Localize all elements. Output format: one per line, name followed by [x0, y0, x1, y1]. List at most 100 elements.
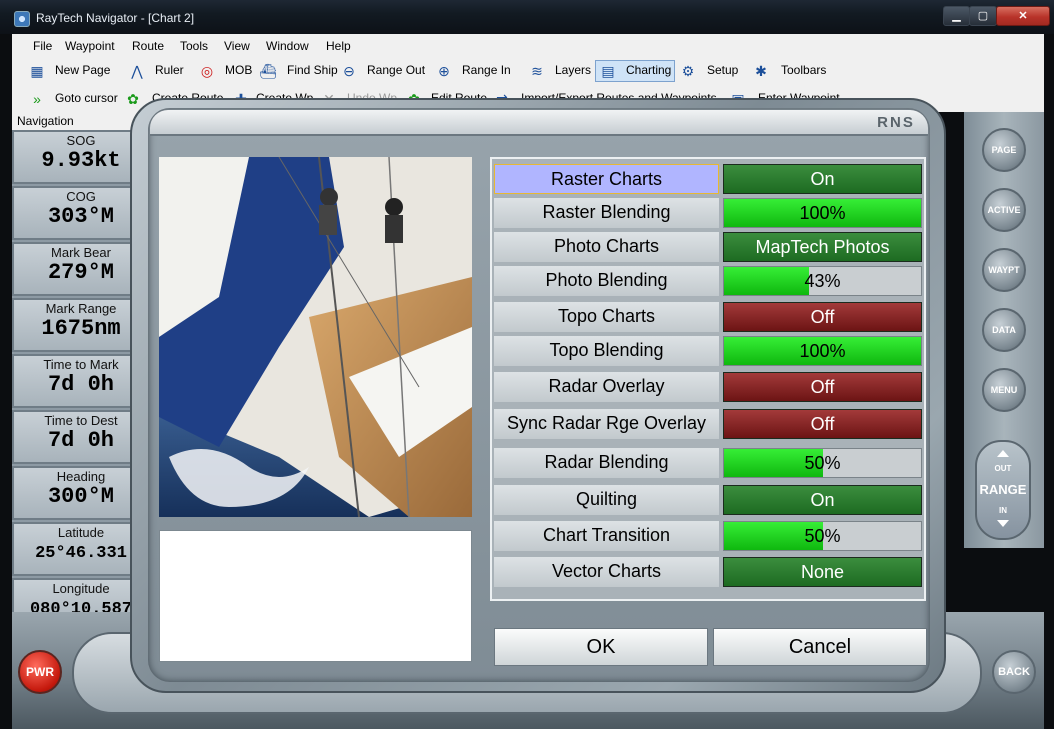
new-page-icon: ▦ — [30, 63, 44, 79]
close-button[interactable]: ✕ — [996, 6, 1050, 26]
zoom-in-icon: ⊕ — [438, 63, 450, 79]
raster-charts-label[interactable]: Raster Charts — [494, 164, 719, 194]
nav-value: 1675nm — [41, 316, 121, 341]
vector-charts-selector[interactable]: None — [723, 557, 922, 587]
sailboat-illustration — [159, 157, 472, 517]
ok-button[interactable]: OK — [494, 628, 708, 666]
maximize-button[interactable]: ▢ — [969, 6, 997, 26]
charting-button[interactable]: Charting — [626, 63, 671, 77]
nav-value: 279°M — [47, 260, 114, 285]
ruler-button[interactable]: Ruler — [155, 63, 184, 77]
photo-blending-label[interactable]: Photo Blending — [494, 266, 719, 296]
menu-file[interactable]: File — [33, 39, 52, 53]
setup-gear-icon: ⚙ — [681, 63, 695, 79]
range-in-label: IN — [999, 506, 1007, 515]
radar-overlay-label[interactable]: Radar Overlay — [494, 372, 719, 402]
goto-cursor-icon: » — [33, 91, 41, 107]
radar-blending-value: 50% — [804, 453, 841, 473]
nav-label: COG — [66, 189, 96, 204]
mob-button[interactable]: MOB — [225, 63, 252, 77]
range-up-arrow-icon[interactable] — [997, 450, 1009, 457]
topo-charts-label[interactable]: Topo Charts — [494, 302, 719, 332]
goto-cursor-button[interactable]: Goto cursor — [55, 91, 118, 105]
minimize-button[interactable]: ▁ — [943, 6, 970, 26]
range-rocker[interactable]: OUT RANGE IN — [975, 440, 1031, 540]
range-out-label: OUT — [994, 464, 1012, 473]
topo-blending-label[interactable]: Topo Blending — [494, 336, 719, 366]
nav-label: Time to Mark — [43, 357, 119, 372]
chart-transition-label[interactable]: Chart Transition — [494, 521, 719, 551]
menu-button[interactable]: MENU — [982, 368, 1026, 412]
quilting-toggle[interactable]: On — [723, 485, 922, 515]
setup-button[interactable]: Setup — [707, 63, 738, 77]
find-ship-icon: ⛴ — [259, 63, 277, 79]
chart-transition-slider[interactable]: 50% — [723, 521, 922, 551]
find-ship-button[interactable]: Find Ship — [287, 63, 338, 77]
toolbars-gear-icon: ✱ — [755, 63, 767, 79]
description-box — [159, 530, 472, 662]
menu-waypoint[interactable]: Waypoint — [65, 39, 115, 53]
topo-blending-slider[interactable]: 100% — [723, 336, 922, 366]
ruler-icon: ⋀ — [131, 63, 143, 79]
menu-help[interactable]: Help — [326, 39, 351, 53]
nav-value: 7d 0h — [47, 372, 114, 397]
raster-blending-value: 100% — [799, 203, 846, 223]
rns-logo: RNS — [877, 114, 915, 131]
menu-view[interactable]: View — [224, 39, 250, 53]
photo-charts-selector[interactable]: MapTech Photos — [723, 232, 922, 262]
range-in-button[interactable]: Range In — [462, 63, 511, 77]
range-out-button[interactable]: Range Out — [367, 63, 425, 77]
raster-blending-label[interactable]: Raster Blending — [494, 198, 719, 228]
raster-blending-slider[interactable]: 100% — [723, 198, 922, 228]
nav-label: Time to Dest — [44, 413, 118, 428]
vector-charts-label[interactable]: Vector Charts — [494, 557, 719, 587]
nav-value: 9.93kt — [41, 148, 121, 173]
layers-button[interactable]: Layers — [555, 63, 591, 77]
power-button[interactable]: PWR — [18, 650, 62, 694]
photo-charts-label[interactable]: Photo Charts — [494, 232, 719, 262]
nav-label: Longitude — [52, 581, 110, 596]
menu-bar: File Waypoint Route Tools View Window He… — [12, 34, 1044, 58]
data-button[interactable]: DATA — [982, 308, 1026, 352]
cancel-button[interactable]: Cancel — [713, 628, 927, 666]
nav-value: 303°M — [47, 204, 114, 229]
nav-value: 7d 0h — [47, 428, 114, 453]
back-button[interactable]: BACK — [992, 650, 1036, 694]
active-button[interactable]: ACTIVE — [982, 188, 1026, 232]
range-down-arrow-icon[interactable] — [997, 520, 1009, 527]
raster-charts-toggle[interactable]: On — [723, 164, 922, 194]
radar-blending-label[interactable]: Radar Blending — [494, 448, 719, 478]
nav-label: Heading — [56, 469, 106, 484]
title-bar: RayTech Navigator - [Chart 2] ▁ ▢ ✕ — [0, 0, 1054, 34]
radar-overlay-toggle[interactable]: Off — [723, 372, 922, 402]
topo-charts-toggle[interactable]: Off — [723, 302, 922, 332]
waypt-button[interactable]: WAYPT — [982, 248, 1026, 292]
menu-route[interactable]: Route — [132, 39, 164, 53]
create-route-icon: ✿ — [127, 91, 139, 107]
menu-window[interactable]: Window — [266, 39, 309, 53]
layers-icon: ≋ — [531, 63, 543, 79]
menu-tools[interactable]: Tools — [180, 39, 208, 53]
sync-radar-overlay-label[interactable]: Sync Radar Rge Overlay — [494, 409, 719, 439]
nav-label: Mark Bear — [51, 245, 111, 260]
sync-radar-overlay-toggle[interactable]: Off — [723, 409, 922, 439]
photo-blending-fill — [724, 267, 809, 295]
dialog-header-bar — [150, 110, 928, 136]
page-button[interactable]: PAGE — [982, 128, 1026, 172]
zoom-out-icon: ⊖ — [343, 63, 355, 79]
range-label: RANGE — [979, 482, 1027, 497]
radar-blending-slider[interactable]: 50% — [723, 448, 922, 478]
window-title: RayTech Navigator - [Chart 2] — [36, 11, 195, 25]
app-icon — [14, 11, 30, 27]
photo-blending-slider[interactable]: 43% — [723, 266, 922, 296]
charting-icon: ▤ — [601, 63, 615, 79]
quilting-label[interactable]: Quilting — [494, 485, 719, 515]
new-page-button[interactable]: New Page — [55, 63, 110, 77]
photo-blending-value: 43% — [804, 271, 841, 291]
chart-transition-value: 50% — [804, 526, 841, 546]
topo-blending-value: 100% — [799, 341, 846, 361]
nav-label: SOG — [66, 133, 96, 148]
nav-value: 300°M — [47, 484, 114, 509]
toolbars-button[interactable]: Toolbars — [781, 63, 826, 77]
nav-label: Latitude — [57, 525, 105, 540]
